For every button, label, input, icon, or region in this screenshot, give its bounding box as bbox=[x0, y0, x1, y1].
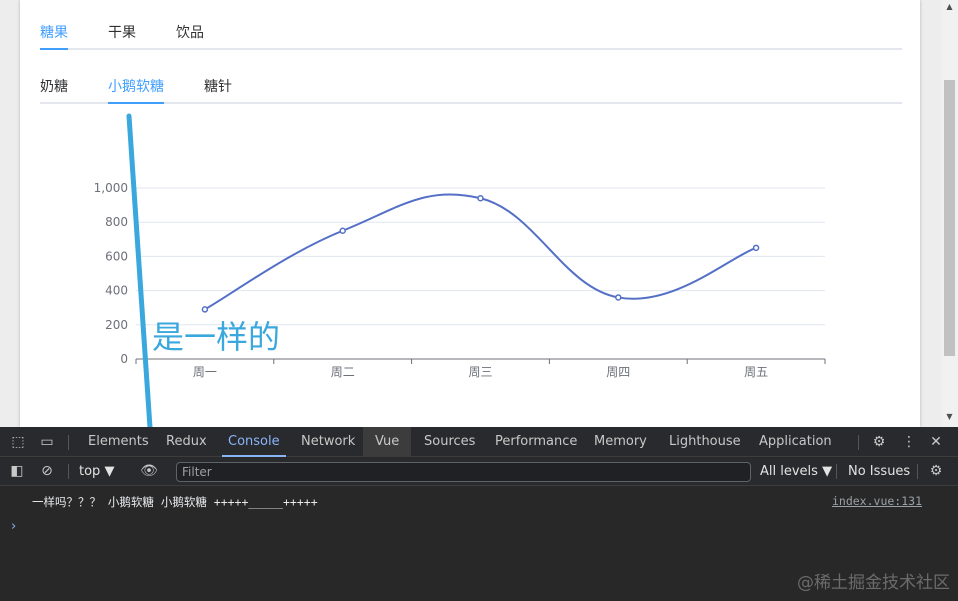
log-message: 一样吗？？？ 小鹅软糖 小鹅软糖 +++++_____+++++ bbox=[32, 495, 318, 509]
watermark: @稀土掘金技术社区 bbox=[797, 573, 950, 593]
tab-vue[interactable]: Vue bbox=[363, 427, 412, 457]
tab-console[interactable]: Console bbox=[222, 427, 286, 457]
scrollbar-thumb[interactable] bbox=[944, 80, 955, 356]
log-levels-dropdown[interactable]: All levels ▼ bbox=[760, 458, 832, 486]
tab-network[interactable]: Network bbox=[301, 427, 355, 457]
data-point bbox=[752, 244, 760, 252]
scroll-down-arrow-icon[interactable]: ▼ bbox=[941, 410, 958, 424]
tab-memory[interactable]: Memory bbox=[594, 427, 647, 457]
log-source-link[interactable]: index.vue:131 bbox=[832, 494, 922, 508]
context-selector[interactable]: top ▼ bbox=[79, 458, 114, 486]
tab-elements[interactable]: Elements bbox=[88, 427, 149, 457]
divider bbox=[68, 435, 69, 450]
x-tick-label: 周五 bbox=[744, 365, 768, 379]
tab-performance[interactable]: Performance bbox=[495, 427, 577, 457]
page-viewport: 糖果 干果 饮品 奶糖 小鹅软糖 糖针 0 200 400 600 800 1,000 周一… bbox=[0, 0, 958, 427]
more-options-icon[interactable]: ⋮ bbox=[900, 434, 918, 450]
tab-redux[interactable]: Redux bbox=[166, 427, 207, 457]
y-tick-label: 200 bbox=[105, 318, 128, 332]
x-tick-label: 周三 bbox=[468, 365, 492, 379]
vertical-scrollbar[interactable]: ▲ ▼ bbox=[941, 0, 958, 427]
device-toolbar-icon[interactable]: ▭ bbox=[38, 434, 56, 450]
data-point bbox=[477, 195, 484, 202]
divider bbox=[858, 435, 859, 450]
annotation-text: 是一样的 bbox=[152, 318, 281, 356]
close-icon[interactable]: ✕ bbox=[927, 434, 945, 450]
x-tick-label: 周一 bbox=[193, 365, 217, 379]
scroll-up-arrow-icon[interactable]: ▲ bbox=[941, 0, 958, 14]
y-tick-label: 1,000 bbox=[94, 181, 128, 195]
log-levels-value: All levels bbox=[760, 464, 818, 479]
sidebar-toggle-icon[interactable]: ◧ bbox=[8, 463, 26, 479]
console-settings-gear-icon[interactable]: ⚙ bbox=[927, 463, 945, 479]
tab-sources[interactable]: Sources bbox=[424, 427, 475, 457]
data-point bbox=[339, 227, 346, 234]
devtools-panel: ⬚ ▭ Elements Redux Console Network Vue S… bbox=[0, 427, 958, 601]
console-prompt-icon[interactable]: › bbox=[11, 519, 16, 534]
devtools-tabbar: ⬚ ▭ Elements Redux Console Network Vue S… bbox=[0, 427, 958, 457]
console-log-entry: 一样吗？？？ 小鹅软糖 小鹅软糖 +++++_____+++++ index.v… bbox=[0, 487, 958, 511]
y-tick-label: 800 bbox=[105, 215, 128, 229]
filter-input[interactable]: Filter bbox=[176, 462, 751, 482]
tab-application[interactable]: Application bbox=[759, 427, 832, 457]
tab-lighthouse[interactable]: Lighthouse bbox=[669, 427, 741, 457]
x-tick-label: 周二 bbox=[331, 365, 355, 379]
series-line bbox=[204, 193, 757, 311]
data-point bbox=[615, 294, 622, 301]
live-expression-eye-icon[interactable]: 👁 bbox=[140, 463, 158, 479]
divider bbox=[917, 464, 918, 479]
y-tick-label: 400 bbox=[105, 284, 128, 298]
settings-gear-icon[interactable]: ⚙ bbox=[870, 434, 888, 450]
divider bbox=[68, 464, 69, 479]
context-value: top bbox=[79, 464, 101, 479]
y-tick-label: 0 bbox=[120, 352, 128, 366]
y-tick-label: 600 bbox=[105, 249, 128, 263]
divider bbox=[836, 464, 837, 479]
issues-button[interactable]: No Issues bbox=[848, 458, 910, 486]
clear-console-icon[interactable]: ⊘ bbox=[38, 463, 56, 479]
console-toolbar: ◧ ⊘ top ▼ 👁 Filter All levels ▼ No Issue… bbox=[0, 458, 958, 486]
line-chart: 0 200 400 600 800 1,000 周一 周二 周三 周四 周五 bbox=[94, 181, 826, 379]
x-tick-label: 周四 bbox=[606, 365, 630, 379]
inspect-element-icon[interactable]: ⬚ bbox=[9, 434, 27, 450]
